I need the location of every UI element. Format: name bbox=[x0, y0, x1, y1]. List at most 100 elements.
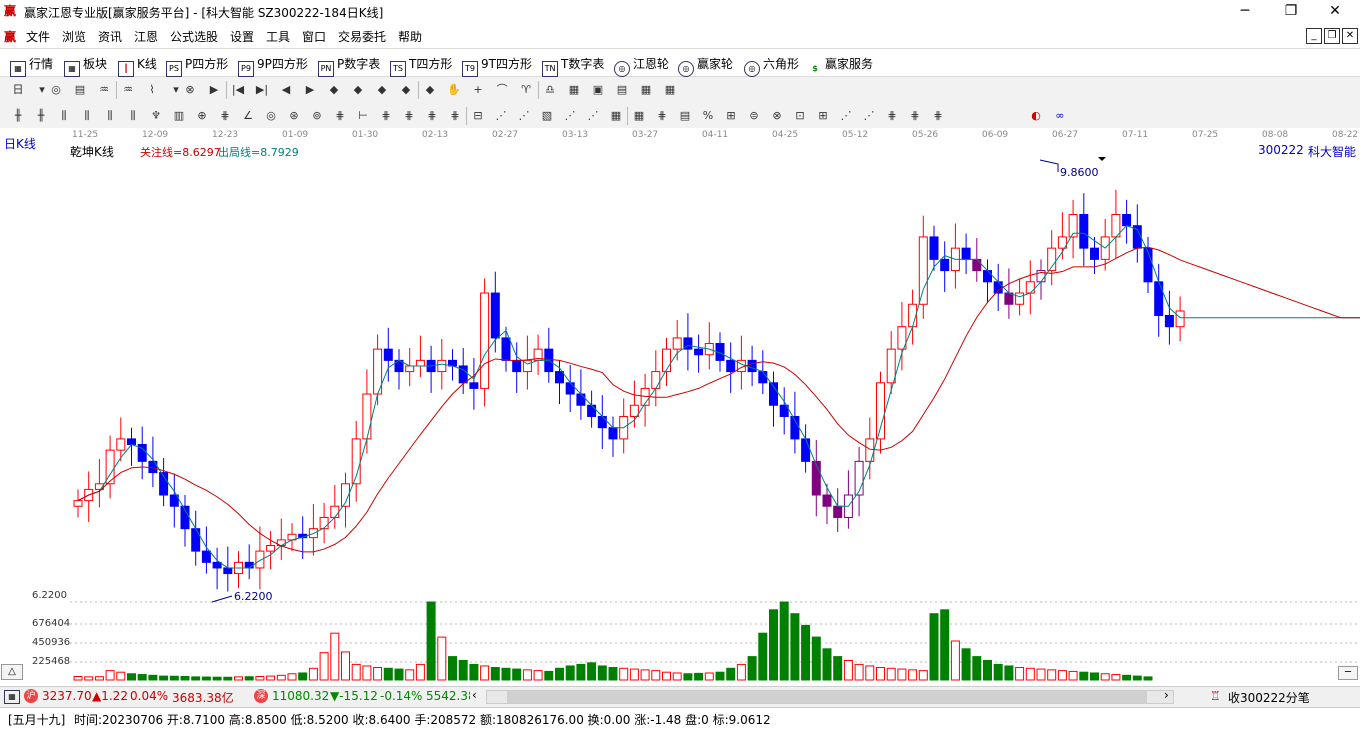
diamond4-icon[interactable]: ◆ bbox=[398, 82, 414, 98]
draw-tool-4-icon[interactable]: ⫼ bbox=[79, 108, 95, 124]
draw-tool-41-icon[interactable]: ⋕ bbox=[930, 108, 946, 124]
draw-tool-35-icon[interactable]: ⊡ bbox=[792, 108, 808, 124]
draw-tool-7-icon[interactable]: ♆ bbox=[148, 108, 164, 124]
libra-icon[interactable]: ♎ bbox=[542, 82, 558, 98]
draw-tool-16-icon[interactable]: ⊢ bbox=[355, 108, 371, 124]
close-button[interactable]: ✕ bbox=[1312, 0, 1358, 24]
draw-tool-40-icon[interactable]: ⋕ bbox=[907, 108, 923, 124]
menu-help[interactable]: 帮助 bbox=[398, 28, 422, 45]
replay-icon[interactable]: ◎ bbox=[48, 82, 64, 98]
scroll-left-icon[interactable]: ‹ bbox=[472, 688, 477, 702]
mdi-minimize-button[interactable]: _ bbox=[1306, 28, 1322, 44]
menu-settings[interactable]: 设置 bbox=[230, 28, 254, 45]
nav-winner-service[interactable]: $ 赢家服务 bbox=[808, 55, 873, 76]
draw-tool-39-icon[interactable]: ⋕ bbox=[884, 108, 900, 124]
play-icon[interactable]: ▶ bbox=[206, 82, 222, 98]
nav-sectors[interactable]: ▦ 板块 bbox=[64, 55, 107, 77]
zoom-out-button[interactable]: ─ bbox=[1338, 666, 1358, 680]
draw-tool-36-icon[interactable]: ⊞ bbox=[815, 108, 831, 124]
draw-tool-3-icon[interactable]: ⫼ bbox=[56, 108, 72, 124]
scroll-right-icon[interactable]: › bbox=[1164, 688, 1169, 702]
menu-gann[interactable]: 江恩 bbox=[134, 28, 158, 45]
nav-p-number-table[interactable]: PN P数字表 bbox=[318, 55, 380, 77]
page-icon[interactable]: ▤ bbox=[72, 82, 88, 98]
menu-browse[interactable]: 浏览 bbox=[62, 28, 86, 45]
nav-kline[interactable]: ┃ K线 bbox=[118, 55, 157, 77]
nav-quotes[interactable]: ▦ 行情 bbox=[10, 55, 53, 77]
draw-tool-30-icon[interactable]: ▤ bbox=[677, 108, 693, 124]
horizontal-scrollbar[interactable] bbox=[486, 690, 1174, 704]
draw-tool-13-icon[interactable]: ⊛ bbox=[286, 108, 302, 124]
nav-t-number-table[interactable]: TN T数字表 bbox=[542, 55, 604, 77]
next-icon[interactable]: ▶ bbox=[302, 82, 318, 98]
calendar-icon[interactable]: ▦ bbox=[566, 82, 582, 98]
pie-tool-icon[interactable]: ◐ bbox=[1028, 108, 1044, 124]
draw-tool-33-icon[interactable]: ⊜ bbox=[746, 108, 762, 124]
indicator-icon[interactable]: ⌇ bbox=[144, 82, 160, 98]
draw-tool-9-icon[interactable]: ⊕ bbox=[194, 108, 210, 124]
draw-tool-1-icon[interactable]: ╫ bbox=[10, 108, 26, 124]
save-icon[interactable]: ▦ bbox=[638, 82, 654, 98]
draw-tool-18-icon[interactable]: ⋕ bbox=[401, 108, 417, 124]
draw-tool-34-icon[interactable]: ⊗ bbox=[769, 108, 785, 124]
mdi-restore-button[interactable]: ❐ bbox=[1324, 28, 1340, 44]
table-icon[interactable]: ▣ bbox=[590, 82, 606, 98]
draw-tool-17-icon[interactable]: ⋕ bbox=[378, 108, 394, 124]
nav-gann-wheel[interactable]: ◎ 江恩轮 bbox=[614, 55, 669, 77]
draw-tool-8-icon[interactable]: ▥ bbox=[171, 108, 187, 124]
draw-tool-15-icon[interactable]: ⋕ bbox=[332, 108, 348, 124]
draw-tool-26-icon[interactable]: ⋰ bbox=[585, 108, 601, 124]
draw-tool-22-icon[interactable]: ⋰ bbox=[493, 108, 509, 124]
draw-tool-12-icon[interactable]: ◎ bbox=[263, 108, 279, 124]
diamond3-icon[interactable]: ◆ bbox=[374, 82, 390, 98]
draw-tool-27-icon[interactable]: ▦ bbox=[608, 108, 624, 124]
hand-icon[interactable]: ✋ bbox=[446, 82, 462, 98]
draw-tool-29-icon[interactable]: ⋕ bbox=[654, 108, 670, 124]
maximize-button[interactable]: ❐ bbox=[1268, 0, 1314, 24]
diamond5-icon[interactable]: ◆ bbox=[422, 82, 438, 98]
draw-tool-24-icon[interactable]: ▧ bbox=[539, 108, 555, 124]
aries-icon[interactable]: ♈ bbox=[518, 82, 534, 98]
nav-9t-square[interactable]: T9 9T四方形 bbox=[462, 55, 532, 77]
menu-news[interactable]: 资讯 bbox=[98, 28, 122, 45]
nav-p-square[interactable]: PS P四方形 bbox=[166, 55, 228, 77]
draw-tool-5-icon[interactable]: ⫼ bbox=[102, 108, 118, 124]
prev-icon[interactable]: ◀ bbox=[278, 82, 294, 98]
calc-icon[interactable]: ▤ bbox=[614, 82, 630, 98]
nav-9p-square[interactable]: P9 9P四方形 bbox=[238, 55, 308, 77]
kline-chart[interactable]: 11-25 12-09 12-23 01-09 01-30 02-13 02-27 03-13… bbox=[0, 128, 1360, 686]
draw-tool-14-icon[interactable]: ⊚ bbox=[309, 108, 325, 124]
draw-tool-21-icon[interactable]: ⊟ bbox=[470, 108, 486, 124]
draw-tool-23-icon[interactable]: ⋰ bbox=[516, 108, 532, 124]
draw-tool-37-icon[interactable]: ⋰ bbox=[838, 108, 854, 124]
crosshair-icon[interactable]: + bbox=[470, 82, 486, 98]
wave-icon[interactable]: ♒ bbox=[96, 82, 112, 98]
export-icon[interactable]: ▦ bbox=[662, 82, 678, 98]
draw-tool-31-icon[interactable]: % bbox=[700, 108, 716, 124]
nav-t-square[interactable]: TS T四方形 bbox=[390, 55, 452, 77]
last-icon[interactable]: ▶| bbox=[254, 82, 270, 98]
mdi-close-button[interactable]: ✕ bbox=[1342, 28, 1358, 44]
grid-icon[interactable]: ▦ bbox=[4, 690, 20, 704]
minimize-button[interactable]: ─ bbox=[1222, 0, 1268, 24]
draw-tool-38-icon[interactable]: ⋰ bbox=[861, 108, 877, 124]
arc-icon[interactable]: ⌒ bbox=[494, 82, 510, 98]
scrollbar-thumb[interactable] bbox=[507, 691, 1147, 703]
draw-tool-11-icon[interactable]: ∠ bbox=[240, 108, 256, 124]
period-icon[interactable]: 日 bbox=[10, 82, 26, 98]
nav-winner-wheel[interactable]: ◎ 赢家轮 bbox=[678, 55, 733, 77]
draw-tool-19-icon[interactable]: ⋕ bbox=[424, 108, 440, 124]
menu-trade[interactable]: 交易委托 bbox=[338, 28, 386, 45]
draw-tool-6-icon[interactable]: ⫼ bbox=[125, 108, 141, 124]
menu-file[interactable]: 文件 bbox=[26, 28, 50, 45]
collapse-up-button[interactable]: △ bbox=[1, 664, 23, 680]
diamond1-icon[interactable]: ◆ bbox=[326, 82, 342, 98]
menu-window[interactable]: 窗口 bbox=[302, 28, 326, 45]
nav-hexagon[interactable]: ◎ 六角形 bbox=[744, 55, 799, 77]
draw-tool-28-icon[interactable]: ▦ bbox=[631, 108, 647, 124]
draw-tool-32-icon[interactable]: ⊞ bbox=[723, 108, 739, 124]
wave2-icon[interactable]: ♒ bbox=[120, 82, 136, 98]
diamond2-icon[interactable]: ◆ bbox=[350, 82, 366, 98]
reset-icon[interactable]: ⊗ bbox=[182, 82, 198, 98]
menu-formula[interactable]: 公式选股 bbox=[170, 28, 218, 45]
